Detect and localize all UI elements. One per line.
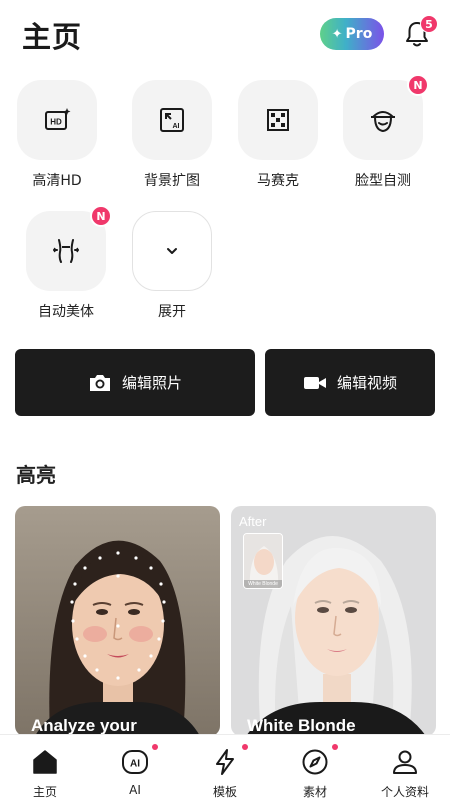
profile-icon: [393, 750, 417, 774]
tab-ai[interactable]: AI AI: [90, 735, 180, 800]
new-badge: N: [407, 74, 429, 96]
tool-mosaic[interactable]: 马赛克: [233, 80, 323, 190]
tab-label: 模板: [212, 785, 237, 799]
tool-tile: N: [26, 205, 112, 291]
body-reshape-icon: [53, 239, 79, 263]
card-title: White Blonde: [247, 716, 356, 735]
card-title: Analyze your: [31, 716, 137, 735]
ai-icon: AI: [122, 750, 148, 774]
pro-label: Pro: [345, 26, 373, 42]
tool-auto-body[interactable]: N 自动美体: [21, 205, 112, 321]
tool-label: 高清HD: [32, 173, 82, 189]
notification-badge: 5: [420, 15, 438, 33]
tool-hd[interactable]: HD 高清HD: [12, 80, 102, 190]
after-label: After: [239, 514, 267, 529]
header: 主页 ✦ Pro 5: [0, 0, 450, 68]
tool-tile: HD: [17, 80, 97, 160]
chevron-down-icon: [167, 248, 177, 254]
tab-home[interactable]: 主页: [0, 735, 90, 800]
tab-label: 个人资料: [380, 785, 429, 799]
bottom-tab-bar: 主页 AI AI 模板 素材 个人资料: [0, 734, 450, 800]
video-camera-icon: [303, 376, 326, 389]
lightning-icon: [216, 749, 234, 775]
edit-video-label: 编辑视频: [336, 374, 397, 392]
tab-label: 素材: [302, 785, 327, 799]
camera-icon: [89, 374, 110, 391]
edit-video-button[interactable]: 编辑视频: [265, 349, 435, 416]
tool-background-expand[interactable]: AI 背景扩图: [127, 80, 217, 190]
highlights-title: 高亮: [16, 463, 56, 487]
tab-label: AI: [129, 783, 141, 797]
tab-materials[interactable]: 素材: [270, 735, 360, 800]
tab-profile[interactable]: 个人资料: [360, 735, 450, 800]
edit-photo-button[interactable]: 编辑照片: [15, 349, 255, 416]
notification-dot: [242, 744, 248, 750]
tool-label: 自动美体: [38, 304, 94, 320]
hd-icon: HD: [45, 108, 71, 130]
highlight-card-face-analysis[interactable]: Analyze your: [15, 506, 220, 736]
tab-label: 主页: [32, 785, 57, 799]
tool-label: 脸型自测: [355, 173, 411, 189]
tool-tile: N: [343, 74, 429, 160]
new-badge: N: [90, 205, 112, 227]
tool-label: 背景扩图: [144, 173, 200, 189]
tab-templates[interactable]: 模板: [180, 735, 270, 800]
portrait-image: [15, 506, 220, 736]
tool-tile: [238, 80, 318, 160]
page-title: 主页: [22, 20, 83, 54]
thumbnail-label: White Blonde: [248, 581, 278, 587]
tool-face-shape-test[interactable]: N 脸型自测: [338, 74, 429, 190]
svg-text:HD: HD: [50, 118, 62, 127]
after-thumbnail: White Blonde: [243, 533, 283, 589]
highlight-card-white-blonde[interactable]: After White Blonde White Blonde: [231, 506, 436, 736]
tool-tile: [132, 211, 212, 291]
tool-tile: AI: [132, 80, 212, 160]
notification-dot: [152, 744, 158, 750]
edit-photo-label: 编辑照片: [121, 374, 182, 392]
compass-icon: [302, 749, 328, 775]
home-icon: [33, 750, 57, 774]
svg-text:AI: AI: [130, 759, 140, 770]
pro-button[interactable]: ✦ Pro: [320, 18, 384, 50]
face-shape-icon: [371, 111, 395, 133]
sparkle-icon: ✦: [331, 26, 343, 42]
tool-expand[interactable]: 展开: [127, 211, 217, 321]
mosaic-icon: [267, 109, 289, 131]
svg-text:AI: AI: [173, 123, 180, 130]
ai-expand-icon: AI: [160, 108, 184, 132]
tool-label: 展开: [158, 304, 186, 320]
notification-dot: [332, 744, 338, 750]
tool-label: 马赛克: [257, 173, 299, 189]
